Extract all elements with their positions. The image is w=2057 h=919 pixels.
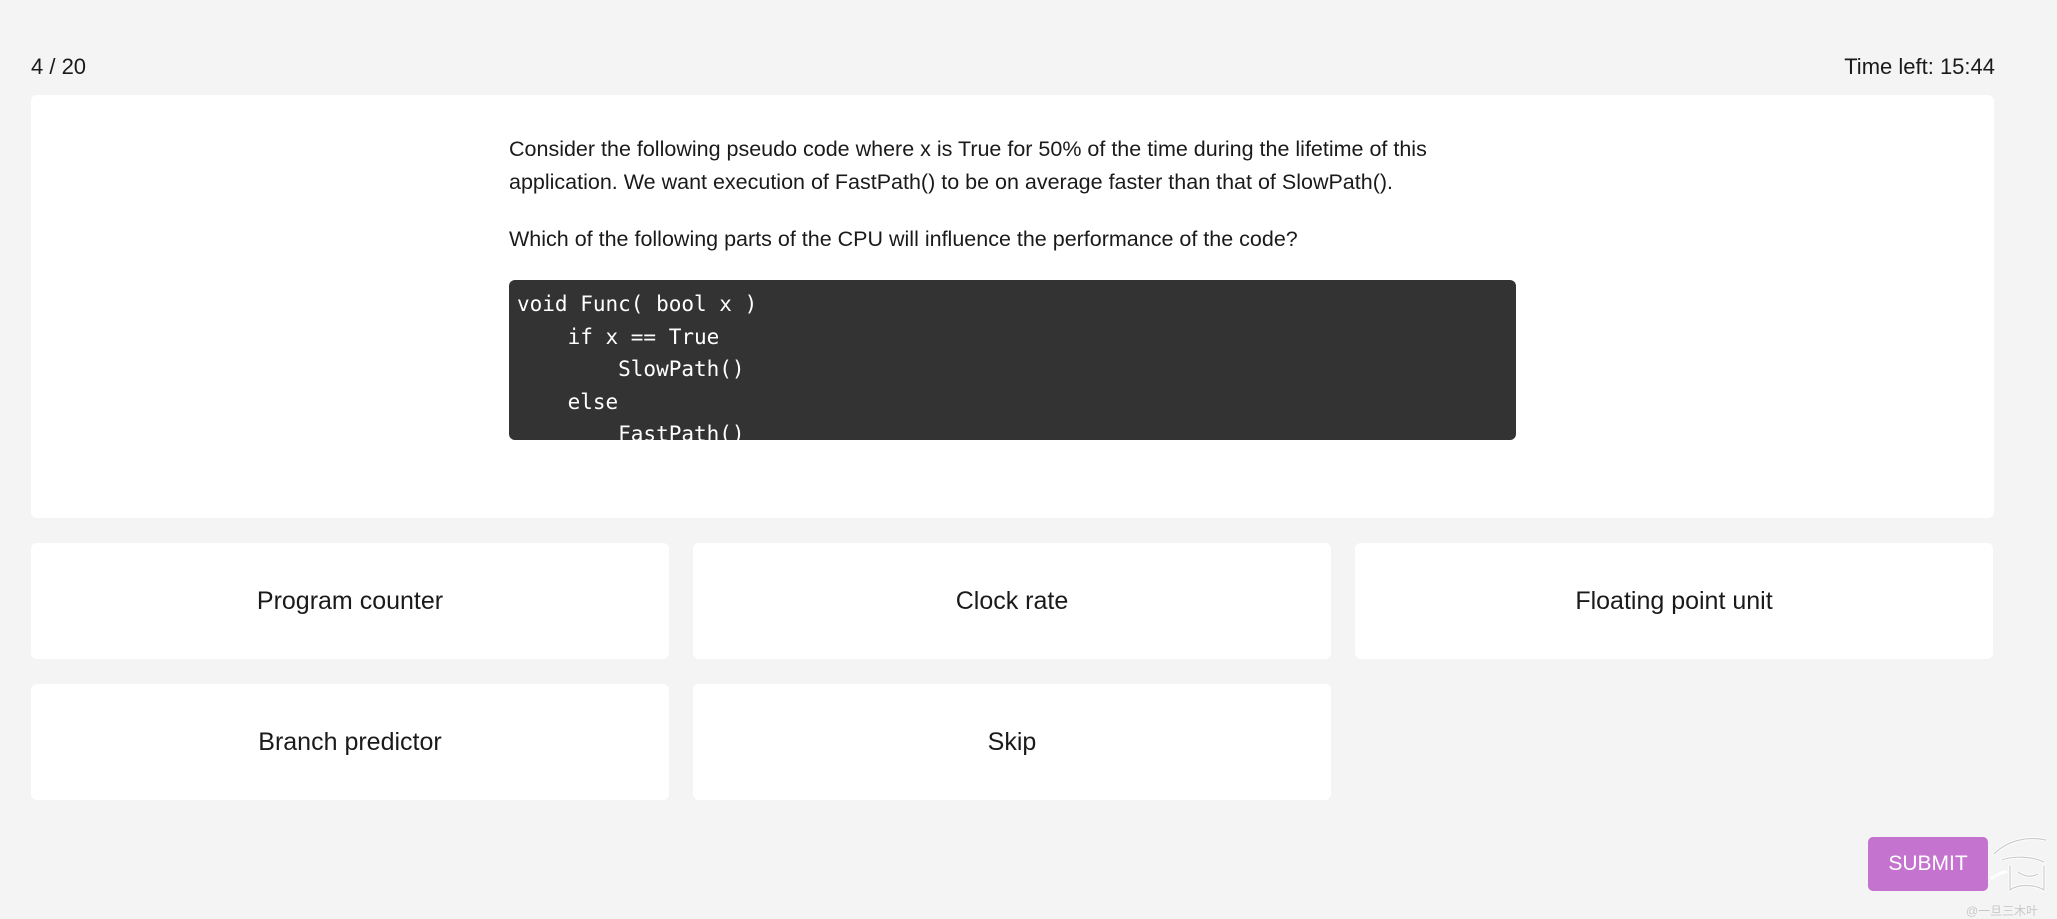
watermark-logo-icon	[1990, 837, 2048, 892]
answer-floating-point-unit[interactable]: Floating point unit	[1355, 543, 1993, 659]
code-line: if x == True	[517, 324, 720, 349]
answer-options: Program counter Clock rate Floating poin…	[31, 543, 1994, 800]
watermark-text: @一旦三木叶	[1966, 904, 2039, 918]
question-content: Consider the following pseudo code where…	[509, 133, 1516, 446]
answer-branch-predictor[interactable]: Branch predictor	[31, 684, 669, 800]
question-card: Consider the following pseudo code where…	[31, 95, 1994, 518]
code-block: void Func( bool x ) if x == True SlowPat…	[509, 280, 1516, 446]
submit-button[interactable]: SUBMIT	[1868, 837, 1988, 891]
code-line: SlowPath()	[517, 357, 745, 381]
quiz-header: 4 / 20 Time left: 15:44	[31, 52, 1995, 82]
answer-skip[interactable]: Skip	[693, 684, 1331, 800]
code-line: else	[517, 389, 619, 414]
answer-clock-rate[interactable]: Clock rate	[693, 543, 1331, 659]
answer-program-counter[interactable]: Program counter	[31, 543, 669, 659]
time-left: Time left: 15:44	[1844, 54, 1995, 79]
question-paragraph: Consider the following pseudo code where…	[509, 137, 1427, 194]
question-prompt: Which of the following parts of the CPU …	[509, 227, 1298, 251]
code-line: FastPath()	[517, 422, 745, 446]
code-line: void Func( bool x )	[517, 292, 758, 316]
question-progress: 4 / 20	[31, 54, 87, 79]
